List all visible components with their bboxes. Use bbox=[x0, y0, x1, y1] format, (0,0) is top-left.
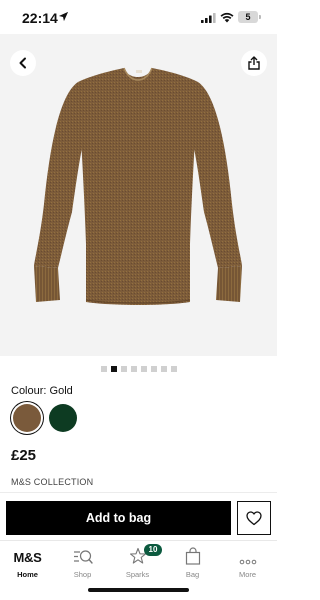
search-list-icon bbox=[73, 550, 93, 564]
colour-swatches bbox=[13, 404, 77, 432]
back-button[interactable] bbox=[10, 50, 36, 76]
pagination-dot[interactable] bbox=[160, 366, 167, 372]
colour-label: Colour: bbox=[11, 385, 47, 397]
pagination-dot[interactable] bbox=[170, 366, 177, 372]
status-time: 22:14 bbox=[22, 10, 58, 26]
home-indicator bbox=[88, 588, 189, 592]
image-pagination[interactable] bbox=[0, 366, 277, 374]
divider bbox=[0, 492, 277, 493]
product-price: £25 bbox=[11, 447, 37, 464]
tab-label: Shop bbox=[73, 570, 92, 579]
add-to-bag-button[interactable]: Add to bag bbox=[6, 501, 231, 535]
heart-icon bbox=[246, 510, 262, 525]
tab-more[interactable]: More bbox=[220, 541, 275, 581]
wifi-icon bbox=[220, 12, 234, 23]
product-brand: M&S COLLECTION bbox=[11, 477, 94, 487]
share-button[interactable] bbox=[241, 50, 267, 76]
colour-selection-label: Colour: Gold bbox=[11, 385, 73, 397]
location-arrow-icon bbox=[58, 11, 69, 22]
bottom-tab-bar: M&S Home Shop 10 Sparks Bag More bbox=[0, 540, 277, 600]
tab-sparks[interactable]: 10 Sparks bbox=[110, 541, 165, 581]
pagination-dot[interactable] bbox=[110, 366, 117, 372]
colour-swatch-gold[interactable] bbox=[13, 404, 41, 432]
pagination-dot[interactable] bbox=[140, 366, 147, 372]
cellular-signal-icon bbox=[201, 13, 216, 23]
more-dots-icon bbox=[239, 559, 256, 565]
product-photo bbox=[34, 67, 242, 305]
tab-label: Bag bbox=[185, 570, 200, 579]
status-bar: 22:14 5 bbox=[0, 0, 277, 34]
wishlist-button[interactable] bbox=[237, 501, 271, 535]
pagination-dot[interactable] bbox=[100, 366, 107, 372]
sparks-badge: 10 bbox=[144, 544, 162, 556]
pagination-dot[interactable] bbox=[120, 366, 127, 372]
tab-home[interactable]: M&S Home bbox=[0, 541, 55, 581]
pagination-dot[interactable] bbox=[130, 366, 137, 372]
tab-label: Home bbox=[17, 570, 38, 579]
tab-label: Sparks bbox=[125, 570, 150, 579]
tab-label: More bbox=[238, 570, 257, 579]
colour-swatch-green[interactable] bbox=[49, 404, 77, 432]
share-icon bbox=[248, 56, 260, 70]
tab-bag[interactable]: Bag bbox=[165, 541, 220, 581]
tab-shop[interactable]: Shop bbox=[55, 541, 110, 581]
battery-tip bbox=[259, 15, 261, 19]
ms-logo-icon: M&S bbox=[13, 550, 42, 565]
product-image-carousel[interactable] bbox=[0, 34, 277, 356]
battery-icon: 5 bbox=[238, 11, 258, 23]
colour-value: Gold bbox=[49, 385, 73, 397]
chevron-left-icon bbox=[19, 57, 26, 69]
bag-icon bbox=[185, 547, 200, 565]
pagination-dot[interactable] bbox=[150, 366, 157, 372]
